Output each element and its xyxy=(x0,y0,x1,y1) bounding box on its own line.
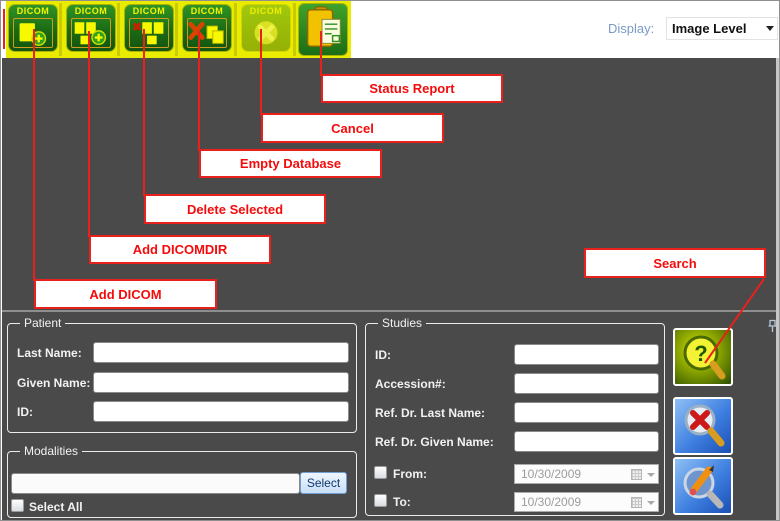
display-label: Display: xyxy=(608,21,660,36)
chevron-down-icon xyxy=(647,501,655,505)
to-date-value: 10/30/2009 xyxy=(521,495,581,509)
display-dropdown-value: Image Level xyxy=(672,21,746,36)
toolbar-separator xyxy=(175,3,178,56)
from-date-value: 10/30/2009 xyxy=(521,467,581,481)
callout-status-report: Status Report xyxy=(321,74,503,103)
delete-selected-button[interactable]: DICOM xyxy=(124,4,174,52)
study-id-input[interactable] xyxy=(514,344,659,365)
pin-icon[interactable] xyxy=(766,319,778,334)
ref-dr-given-name-input[interactable] xyxy=(514,431,659,452)
last-name-label: Last Name: xyxy=(17,346,82,360)
toolbar-separator xyxy=(234,3,237,56)
edit-search-icon xyxy=(675,459,731,513)
select-all-checkbox[interactable] xyxy=(11,499,24,512)
empty-database-button[interactable]: DICOM xyxy=(182,4,232,52)
from-date-checkbox[interactable] xyxy=(374,466,387,479)
chevron-down-icon xyxy=(647,473,655,477)
patient-id-label: ID: xyxy=(17,405,33,419)
status-report-icon xyxy=(299,4,347,55)
ref-dr-last-name-input[interactable] xyxy=(514,402,659,423)
callout-cancel: Cancel xyxy=(261,113,444,143)
callout-empty-database: Empty Database xyxy=(199,149,382,178)
toolbar-separator xyxy=(293,3,296,56)
ref-dr-given-name-label: Ref. Dr. Given Name: xyxy=(375,435,494,449)
studies-groupbox-title: Studies xyxy=(378,316,426,330)
accession-label: Accession#: xyxy=(375,377,446,391)
ref-dr-last-name-label: Ref. Dr. Last Name: xyxy=(375,406,485,420)
calendar-icon xyxy=(631,497,642,508)
clear-search-button[interactable] xyxy=(673,397,733,455)
to-date-picker[interactable]: 10/30/2009 xyxy=(514,492,659,512)
add-dicomdir-icon xyxy=(67,5,115,51)
chevron-down-icon xyxy=(766,26,774,31)
callout-add-dicom: Add DICOM xyxy=(34,279,217,309)
select-modalities-button[interactable]: Select xyxy=(300,472,347,494)
display-dropdown[interactable]: Image Level xyxy=(666,17,778,40)
patient-id-input[interactable] xyxy=(93,401,349,422)
delete-selected-icon xyxy=(125,5,173,51)
empty-database-icon xyxy=(183,5,231,51)
toolbar-separator xyxy=(117,3,120,56)
from-label: From: xyxy=(393,467,427,481)
study-id-label: ID: xyxy=(375,348,391,362)
clear-search-icon xyxy=(675,399,731,453)
callout-delete-selected: Delete Selected xyxy=(144,194,326,224)
to-date-checkbox[interactable] xyxy=(374,494,387,507)
cancel-icon xyxy=(242,5,290,51)
search-button[interactable]: ? xyxy=(673,328,733,386)
callout-add-dicomdir: Add DICOMDIR xyxy=(89,235,271,264)
callout-search: Search xyxy=(584,248,766,278)
add-dicomdir-button[interactable]: DICOM xyxy=(66,4,116,52)
calendar-icon xyxy=(631,469,642,480)
modalities-groupbox-title: Modalities xyxy=(20,444,82,458)
dicom-database-window: DICOM DICOM DICOM xyxy=(0,0,780,521)
toolbar: DICOM DICOM DICOM xyxy=(2,1,780,58)
to-label: To: xyxy=(393,495,411,509)
add-dicom-button[interactable]: DICOM xyxy=(8,4,58,52)
given-name-input[interactable] xyxy=(93,372,349,393)
given-name-label: Given Name: xyxy=(17,376,90,390)
modalities-input[interactable] xyxy=(11,473,300,494)
svg-text:?: ? xyxy=(694,341,707,366)
status-report-button[interactable] xyxy=(298,3,348,56)
accession-input[interactable] xyxy=(514,373,659,394)
last-name-input[interactable] xyxy=(93,342,349,363)
cancel-button: DICOM xyxy=(241,4,291,52)
patient-groupbox-title: Patient xyxy=(20,316,65,330)
add-dicom-icon xyxy=(9,5,57,51)
search-icon: ? xyxy=(675,330,731,384)
select-all-label: Select All xyxy=(29,500,83,514)
right-border-strip xyxy=(776,58,779,521)
toolbar-separator xyxy=(59,3,62,56)
from-date-picker[interactable]: 10/30/2009 xyxy=(514,464,659,484)
edit-search-button[interactable] xyxy=(673,457,733,515)
